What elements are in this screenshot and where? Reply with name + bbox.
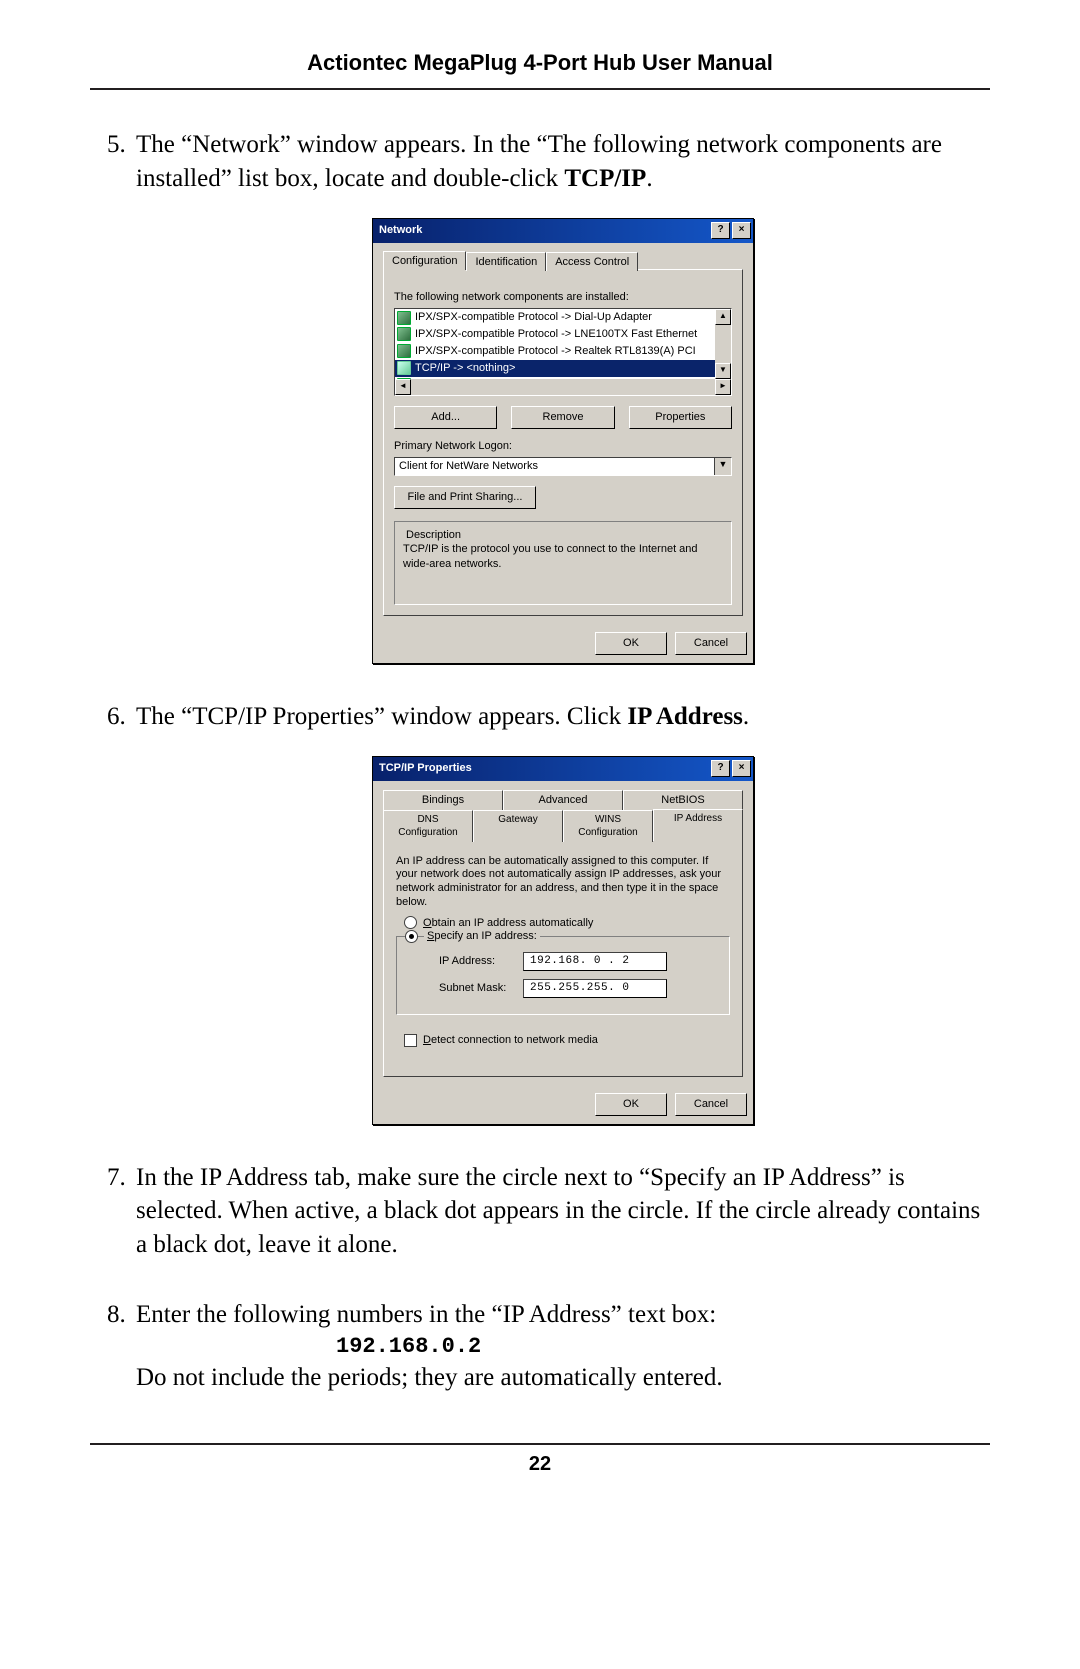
list-item[interactable]: IPX/SPX-compatible Protocol -> Dial-Up A… [395, 309, 715, 326]
properties-button[interactable]: Properties [629, 406, 732, 429]
footer-rule [90, 1443, 990, 1445]
step-8-code: 192.168.0.2 [336, 1332, 990, 1362]
chevron-down-icon[interactable]: ▼ [714, 458, 731, 475]
step-5-text-a: The “Network” window appears. In the “Th… [136, 131, 942, 192]
list-item-selected[interactable]: TCP/IP -> <nothing> [395, 360, 715, 377]
subnet-mask-input[interactable]: 255.255.255. 0 [523, 979, 667, 998]
tab-access-control[interactable]: Access Control [546, 252, 638, 272]
ok-button[interactable]: OK [595, 1093, 667, 1116]
step-8-text-a: Enter the following numbers in the “IP A… [136, 1301, 716, 1328]
ip-address-label: IP Address: [439, 954, 513, 969]
components-label: The following network components are ins… [394, 290, 732, 305]
step-5-bold: TCP/IP [564, 165, 646, 192]
tcpip-titlebar: TCP/IP Properties ? × [373, 757, 753, 781]
add-button[interactable]: Add... [394, 406, 497, 429]
network-titlebar: Network ? × [373, 219, 753, 243]
help-icon[interactable]: ? [711, 222, 730, 239]
list-item-label: TCP/IP -> <nothing> [415, 361, 515, 376]
page-header: Actiontec MegaPlug 4-Port Hub User Manua… [90, 50, 990, 76]
step-list: The “Network” window appears. In the “Th… [90, 128, 990, 1395]
checkbox-icon [404, 1034, 417, 1047]
ip-address-input[interactable]: 192.168. 0 . 2 [523, 952, 667, 971]
scroll-up-icon[interactable]: ▲ [715, 309, 731, 325]
protocol-icon [397, 344, 411, 358]
detect-label: Detect connection to network media [423, 1033, 598, 1048]
close-icon[interactable]: × [732, 760, 751, 777]
step-6-text-c: . [743, 703, 749, 730]
scroll-left-icon[interactable]: ◄ [395, 379, 411, 395]
tab-netbios[interactable]: NetBIOS [623, 790, 743, 810]
protocol-icon [397, 327, 411, 341]
scroll-right-icon[interactable]: ► [715, 379, 731, 395]
step-6: The “TCP/IP Properties” window appears. … [132, 700, 990, 1125]
radio-icon [404, 916, 417, 929]
tcpip-window: TCP/IP Properties ? × Bindings Advanced … [372, 756, 754, 1125]
radio-specify-label[interactable]: Specify an IP address: [424, 929, 540, 944]
step-5-text-c: . [646, 165, 652, 192]
list-item-label: IPX/SPX-compatible Protocol -> Dial-Up A… [415, 310, 652, 325]
tcpip-intro: An IP address can be automatically assig… [396, 855, 730, 910]
tab-gateway[interactable]: Gateway [473, 810, 563, 842]
step-5: The “Network” window appears. In the “Th… [132, 128, 990, 664]
file-print-sharing-button[interactable]: File and Print Sharing... [394, 486, 536, 509]
logon-value: Client for NetWare Networks [395, 458, 714, 475]
step-6-text-a: The “TCP/IP Properties” window appears. … [136, 703, 627, 730]
list-item[interactable]: IPX/SPX-compatible Protocol -> Realtek R… [395, 343, 715, 360]
radio-obtain-auto[interactable]: Obtain an IP address automatically [404, 916, 730, 931]
description-group: Description TCP/IP is the protocol you u… [394, 521, 732, 606]
description-text: TCP/IP is the protocol you use to connec… [403, 542, 723, 572]
scrollbar-vertical[interactable]: ▲ ▼ [715, 309, 731, 379]
radio-auto-label: Obtain an IP address automatically [423, 916, 593, 931]
tcpip-title: TCP/IP Properties [379, 761, 472, 776]
description-title: Description [403, 528, 464, 543]
logon-label: Primary Network Logon: [394, 439, 732, 454]
list-item[interactable]: IPX/SPX-compatible Protocol -> LNE100TX … [395, 326, 715, 343]
subnet-mask-label: Subnet Mask: [439, 981, 513, 996]
page-number: 22 [90, 1453, 990, 1476]
network-window: Network ? × Configuration Identification… [372, 218, 754, 664]
scroll-down-icon[interactable]: ▼ [715, 363, 731, 379]
list-item-label: IPX/SPX-compatible Protocol -> Realtek R… [415, 344, 696, 359]
scrollbar-horizontal[interactable]: ◄ ► [395, 379, 731, 395]
tab-wins[interactable]: WINS Configuration [563, 810, 653, 842]
tab-ip-address[interactable]: IP Address [653, 809, 743, 841]
tab-advanced[interactable]: Advanced [503, 790, 623, 810]
tab-dns[interactable]: DNS Configuration [383, 810, 473, 842]
step-8: Enter the following numbers in the “IP A… [132, 1298, 990, 1395]
detect-connection-checkbox[interactable]: Detect connection to network media [404, 1033, 730, 1048]
cancel-button[interactable]: Cancel [675, 632, 747, 655]
header-rule [90, 88, 990, 90]
components-listbox[interactable]: IPX/SPX-compatible Protocol -> Dial-Up A… [394, 308, 732, 396]
tab-configuration[interactable]: Configuration [383, 251, 466, 271]
tab-identification[interactable]: Identification [466, 252, 546, 272]
step-6-bold: IP Address [627, 703, 743, 730]
protocol-icon [397, 361, 411, 375]
protocol-icon [397, 311, 411, 325]
step-8-text-b: Do not include the periods; they are aut… [136, 1364, 723, 1391]
help-icon[interactable]: ? [711, 760, 730, 777]
step-7: In the IP Address tab, make sure the cir… [132, 1161, 990, 1262]
step-7-text: In the IP Address tab, make sure the cir… [136, 1164, 980, 1259]
remove-button[interactable]: Remove [511, 406, 614, 429]
radio-icon[interactable] [405, 930, 418, 943]
network-title: Network [379, 223, 422, 238]
ok-button[interactable]: OK [595, 632, 667, 655]
list-item-label: IPX/SPX-compatible Protocol -> LNE100TX … [415, 327, 697, 342]
cancel-button[interactable]: Cancel [675, 1093, 747, 1116]
tab-bindings[interactable]: Bindings [383, 790, 503, 810]
close-icon[interactable]: × [732, 222, 751, 239]
logon-dropdown[interactable]: Client for NetWare Networks ▼ [394, 457, 732, 476]
